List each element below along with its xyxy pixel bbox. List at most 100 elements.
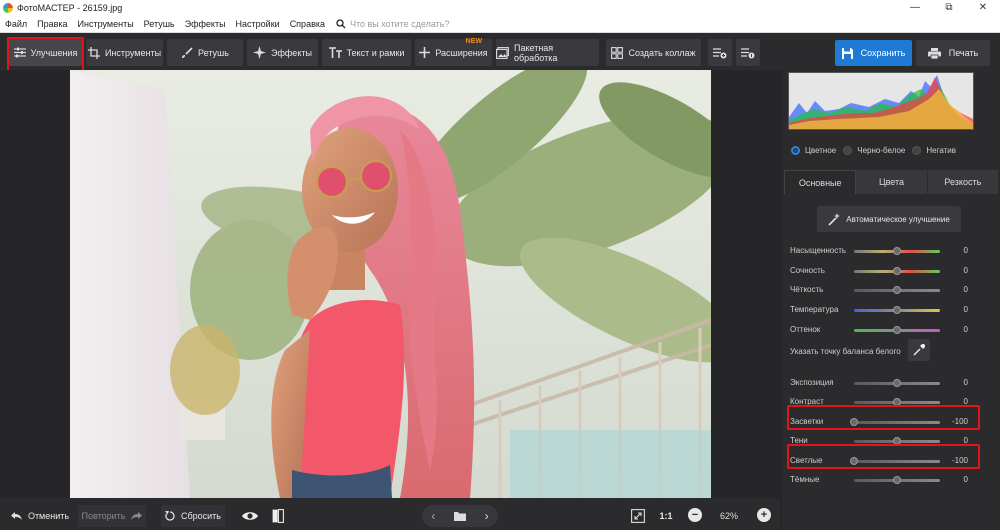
photo[interactable] xyxy=(70,70,711,498)
menu-help[interactable]: Справка xyxy=(285,19,330,29)
title-bar: ФотоМАСТЕР - 26159.jpg — ⧉ ✕ xyxy=(0,0,1000,16)
slider-label-temperature: Температура xyxy=(790,305,839,314)
slider-handle-exposure[interactable] xyxy=(893,379,901,387)
menu-settings[interactable]: Настройки xyxy=(231,19,285,29)
slider-value-tint: 0 xyxy=(963,325,968,334)
list-info-icon xyxy=(741,47,755,58)
slider-handle-shadows[interactable] xyxy=(893,437,901,445)
restore-icon[interactable]: ⧉ xyxy=(932,0,966,16)
undo-button[interactable]: Отменить xyxy=(7,505,73,527)
slider-label-clarity: Чёткость xyxy=(790,285,824,294)
crop-icon xyxy=(87,46,100,59)
auto-enhance-button[interactable]: Автоматическое улучшение xyxy=(817,206,961,232)
radio-icon xyxy=(843,146,853,155)
reset-label: Сбросить xyxy=(180,511,221,521)
histogram-graph xyxy=(789,75,973,129)
color-mode-color-label: Цветное xyxy=(805,146,837,155)
slider-value-clarity: 0 xyxy=(963,285,968,294)
slider-lights[interactable] xyxy=(854,460,940,463)
bottom-bar: Отменить Повторить Сбросить ‹ › 1:1 − 62… xyxy=(0,500,780,530)
slider-handle-contrast[interactable] xyxy=(893,398,901,406)
color-mode-negative[interactable]: Негатив xyxy=(912,146,956,155)
sparkle-icon xyxy=(253,46,267,59)
slider-handle-darks[interactable] xyxy=(893,476,901,484)
color-mode-bw[interactable]: Черно-белое xyxy=(843,146,905,155)
main-toolbar: Улучшения Инструменты Ретушь Эффекты Тек… xyxy=(0,33,1000,76)
extensions-button[interactable]: Расширения NEW xyxy=(415,38,492,66)
tools-label: Инструменты xyxy=(104,47,162,58)
effects-label: Эффекты xyxy=(271,47,312,58)
slider-label-lights: Светлые xyxy=(790,456,823,465)
reset-button[interactable]: Сбросить xyxy=(161,505,225,527)
radio-icon xyxy=(912,146,922,155)
floppy-icon xyxy=(841,47,853,59)
menu-retouch[interactable]: Ретушь xyxy=(139,19,180,29)
save-button[interactable]: Сохранить xyxy=(835,40,912,66)
slider-handle-saturation[interactable] xyxy=(893,247,901,255)
redo-button[interactable]: Повторить xyxy=(78,505,146,527)
text-frames-label: Текст и рамки xyxy=(346,47,405,58)
image-stack-icon xyxy=(496,46,509,59)
folder-icon[interactable] xyxy=(453,511,466,521)
eye-icon xyxy=(242,512,258,520)
zoom-in-icon[interactable]: + xyxy=(757,508,771,522)
menu-tools[interactable]: Инструменты xyxy=(73,19,139,29)
tools-button[interactable]: Инструменты xyxy=(86,39,163,66)
slider-label-highlights: Засветки xyxy=(790,417,824,426)
slider-highlights[interactable] xyxy=(854,421,940,424)
chevron-right-icon[interactable]: › xyxy=(485,509,489,523)
menu-edit[interactable]: Правка xyxy=(32,19,72,29)
slider-handle-highlights[interactable] xyxy=(850,418,858,426)
tab-sharpness[interactable]: Резкость xyxy=(927,170,999,194)
slider-label-saturation: Насыщенность xyxy=(790,246,847,255)
fit-screen-icon xyxy=(631,509,645,523)
collage-button[interactable]: Создать коллаж xyxy=(606,39,701,66)
image-canvas[interactable] xyxy=(0,70,780,498)
slider-handle-lights[interactable] xyxy=(850,457,858,465)
preview-button[interactable] xyxy=(240,505,260,527)
minimize-icon[interactable]: — xyxy=(898,0,932,16)
batch-label: Пакетная обработка xyxy=(513,42,558,63)
zoom-out-icon[interactable]: − xyxy=(688,508,702,522)
plus-icon xyxy=(419,47,431,58)
slider-label-exposure: Экспозиция xyxy=(790,378,834,387)
text-frames-button[interactable]: Текст и рамки xyxy=(322,39,411,66)
slider-label-shadows: Тени xyxy=(790,436,808,445)
slider-handle-tint[interactable] xyxy=(893,326,901,334)
slider-handle-clarity[interactable] xyxy=(893,286,901,294)
window-controls: — ⧉ ✕ xyxy=(898,0,1000,16)
actual-size-button[interactable]: 1:1 xyxy=(656,505,676,527)
collage-label: Создать коллаж xyxy=(628,47,696,58)
search-placeholder: Что вы хотите сделать? xyxy=(350,19,450,29)
close-icon[interactable]: ✕ xyxy=(966,0,1000,16)
white-balance-picker-button[interactable] xyxy=(908,339,930,361)
undo-icon xyxy=(10,511,22,520)
slider-value-shadows: 0 xyxy=(963,436,968,445)
history-add-button[interactable] xyxy=(708,39,732,66)
tab-colors[interactable]: Цвета xyxy=(856,170,928,194)
list-add-icon xyxy=(713,47,727,58)
tab-basic[interactable]: Основные xyxy=(784,170,857,194)
menu-effects[interactable]: Эффекты xyxy=(180,19,231,29)
window-title: ФотоМАСТЕР - 26159.jpg xyxy=(17,3,123,13)
auto-enhance-label: Автоматическое улучшение xyxy=(846,214,950,224)
slider-value-contrast: 0 xyxy=(963,397,968,406)
slider-handle-vibrance[interactable] xyxy=(893,267,901,275)
chevron-left-icon[interactable]: ‹ xyxy=(431,509,435,523)
improvements-button[interactable]: Улучшения xyxy=(9,39,82,66)
redo-icon xyxy=(131,511,143,520)
brush-icon xyxy=(182,46,193,58)
effects-button[interactable]: Эффекты xyxy=(247,39,318,66)
compare-button[interactable] xyxy=(268,505,288,527)
menu-file[interactable]: Файл xyxy=(0,19,32,29)
slider-handle-temperature[interactable] xyxy=(893,306,901,314)
eyedropper-icon xyxy=(913,344,925,356)
history-info-button[interactable] xyxy=(736,39,760,66)
fit-screen-button[interactable] xyxy=(628,505,648,527)
batch-button[interactable]: Пакетная обработка xyxy=(496,39,599,66)
color-mode-color[interactable]: Цветное xyxy=(791,146,836,155)
retouch-button[interactable]: Ретушь xyxy=(167,39,243,66)
search-box[interactable]: Что вы хотите сделать? xyxy=(336,19,450,29)
radio-selected-icon xyxy=(791,146,800,155)
print-button[interactable]: Печать xyxy=(916,40,990,66)
